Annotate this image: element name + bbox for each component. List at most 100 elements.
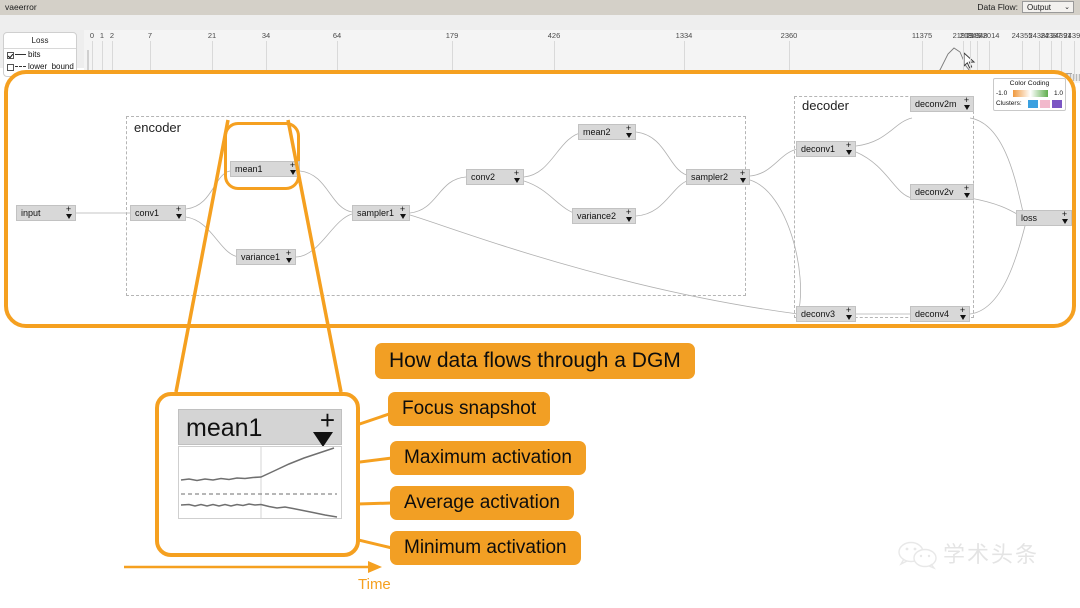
chevron-down-icon[interactable] — [289, 170, 296, 175]
decoder-group — [794, 96, 974, 318]
chevron-down-icon[interactable] — [175, 214, 182, 219]
node-controls[interactable]: + — [398, 205, 407, 222]
node-label-conv1: conv1 — [135, 208, 160, 218]
expand-icon[interactable]: + — [512, 169, 521, 178]
node-label-mean1: mean1 — [235, 164, 263, 174]
graph-node-deconv4[interactable]: deconv4 + — [910, 306, 970, 322]
expand-icon[interactable]: + — [284, 249, 293, 258]
timeline-panel[interactable]: Loss bits lower_bound 0 1 2 7 21 34 64 179 426 13… — [0, 15, 1080, 83]
expand-icon[interactable]: + — [844, 306, 853, 315]
node-label-input: input — [21, 208, 41, 218]
node-label-deconv4: deconv4 — [915, 309, 950, 319]
chevron-down-icon[interactable] — [625, 133, 632, 138]
node-controls[interactable]: + — [624, 124, 633, 141]
expand-icon[interactable]: + — [624, 124, 633, 133]
node-label-sampler2: sampler2 — [691, 172, 729, 182]
node-label-deconv3: deconv3 — [801, 309, 836, 319]
node-label-mean2: mean2 — [583, 127, 611, 137]
node-controls[interactable]: + — [64, 205, 73, 222]
chevron-down-icon[interactable] — [285, 258, 292, 263]
chevron-down-icon[interactable] — [313, 432, 333, 447]
color-coding-legend: Color Coding -1.0 1.0 Clusters: — [993, 78, 1066, 111]
expand-icon[interactable]: + — [962, 184, 971, 193]
dataflow-graph-panel[interactable]: encoder decoder input + conv1 + mean1 + … — [4, 70, 1076, 328]
decoder-group-label: decoder — [802, 98, 849, 113]
expand-icon[interactable]: + — [174, 205, 183, 214]
graph-node-variance2[interactable]: variance2 + — [572, 208, 636, 224]
time-arrowhead — [368, 561, 382, 573]
expand-icon[interactable]: + — [320, 407, 335, 433]
graph-node-mean1[interactable]: mean1 + — [230, 161, 300, 177]
node-controls[interactable]: + — [738, 169, 747, 186]
chevron-down-icon[interactable] — [65, 214, 72, 219]
legend-title: Loss — [4, 33, 76, 49]
min-activation-line — [180, 503, 338, 518]
node-controls[interactable]: + — [962, 184, 971, 201]
graph-node-conv2[interactable]: conv2 + — [466, 169, 524, 185]
node-label-loss: loss — [1021, 213, 1038, 223]
watermark: 学术头条 — [897, 540, 1067, 574]
chevron-down-icon[interactable] — [399, 214, 406, 219]
color-coding-title: Color Coding — [1009, 80, 1050, 87]
expand-icon[interactable]: + — [844, 141, 853, 150]
graph-node-conv1[interactable]: conv1 + — [130, 205, 186, 221]
chevron-down-icon: ⌄ — [1064, 4, 1070, 11]
expand-icon[interactable]: + — [738, 169, 747, 178]
chevron-down-icon[interactable] — [959, 315, 966, 320]
chevron-down-icon[interactable] — [513, 178, 520, 183]
callout-minimum-activation: Minimum activation — [390, 531, 581, 565]
expand-icon[interactable]: + — [64, 205, 73, 214]
expand-icon[interactable]: + — [1060, 210, 1069, 219]
clusters-label: Clusters: — [996, 100, 1022, 107]
data-flow-value: Output — [1027, 3, 1052, 12]
node-label-deconv1: deconv1 — [801, 144, 836, 154]
detail-node-label: mean1 — [186, 414, 263, 442]
node-controls[interactable]: + — [624, 208, 633, 225]
chevron-down-icon[interactable] — [739, 178, 746, 183]
legend-label-bits: bits — [28, 50, 41, 59]
expand-icon[interactable]: + — [962, 96, 971, 105]
chevron-down-icon[interactable] — [963, 193, 970, 198]
graph-node-variance1[interactable]: variance1 + — [236, 249, 296, 265]
callout-average-activation: Average activation — [390, 486, 574, 520]
chevron-down-icon[interactable] — [1061, 219, 1068, 224]
graph-node-deconv3[interactable]: deconv3 + — [796, 306, 856, 322]
node-controls[interactable]: + — [844, 306, 853, 323]
checkbox-bits[interactable] — [7, 51, 14, 59]
graph-node-deconv1[interactable]: deconv1 + — [796, 141, 856, 157]
expand-icon[interactable]: + — [288, 161, 297, 170]
node-controls[interactable]: + — [288, 161, 297, 178]
chevron-down-icon[interactable] — [845, 315, 852, 320]
checkbox-lower-bound[interactable] — [7, 63, 14, 71]
expand-icon[interactable]: + — [398, 205, 407, 214]
node-controls[interactable]: + — [962, 96, 971, 113]
node-controls[interactable]: + — [1060, 210, 1069, 227]
legend-item-bits[interactable]: bits — [7, 49, 40, 61]
chevron-down-icon[interactable] — [963, 105, 970, 110]
node-controls[interactable]: + — [174, 205, 183, 222]
callout-maximum-activation: Maximum activation — [390, 441, 586, 475]
data-flow-select[interactable]: Output ⌄ — [1022, 1, 1074, 13]
node-label-variance2: variance2 — [577, 211, 617, 221]
graph-node-sampler2[interactable]: sampler2 + — [686, 169, 750, 185]
expand-icon[interactable]: + — [624, 208, 633, 217]
detail-node-header[interactable]: mean1 + — [178, 407, 342, 447]
node-label-conv2: conv2 — [471, 172, 496, 182]
node-controls[interactable]: + — [512, 169, 521, 186]
node-controls[interactable]: + — [958, 306, 967, 323]
graph-node-input[interactable]: input + — [16, 205, 76, 221]
color-coding-gradient — [1013, 90, 1048, 97]
node-controls[interactable]: + — [844, 141, 853, 158]
graph-node-deconv2v[interactable]: deconv2v + — [910, 184, 974, 200]
node-controls[interactable]: + — [284, 249, 293, 266]
graph-node-deconv2m[interactable]: deconv2m + — [910, 96, 974, 112]
graph-node-sampler1[interactable]: sampler1 + — [352, 205, 410, 221]
graph-node-mean2[interactable]: mean2 + — [578, 124, 636, 140]
chevron-down-icon[interactable] — [625, 217, 632, 222]
chevron-down-icon[interactable] — [845, 150, 852, 155]
expand-icon[interactable]: + — [958, 306, 967, 315]
graph-node-loss[interactable]: loss + — [1016, 210, 1072, 226]
node-label-sampler1: sampler1 — [357, 208, 395, 218]
encoder-group-label: encoder — [134, 120, 181, 135]
color-coding-min: -1.0 — [996, 90, 1008, 97]
